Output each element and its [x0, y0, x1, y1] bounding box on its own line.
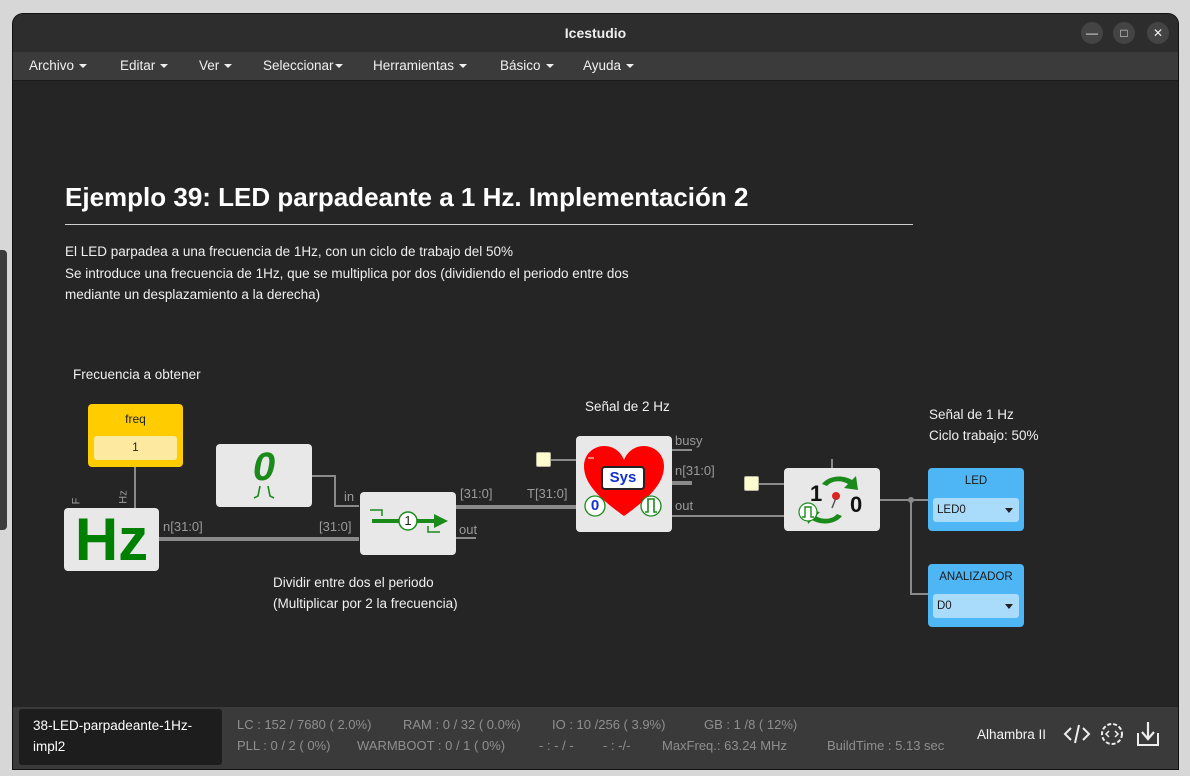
info-heading: Ejemplo 39: LED parpadeante a 1 Hz. Impl…: [65, 182, 749, 212]
window-title: Icestudio: [564, 25, 627, 41]
port-sys-bus-in: T[31:0]: [527, 486, 568, 501]
freq-value-field[interactable]: 1: [94, 436, 177, 460]
menu-herramientas[interactable]: Herramientas: [373, 58, 468, 73]
shift-right-block[interactable]: 1: [360, 492, 456, 555]
menu-bar: Archivo Editar Ver Seleccionar Herramien…: [13, 52, 1178, 81]
settings-code-icon[interactable]: [1097, 719, 1127, 749]
port-hz-out: n[31:0]: [163, 519, 203, 534]
toggle-zero: 0: [850, 492, 863, 517]
title-bar: Icestudio — □ ✕: [13, 14, 1178, 52]
wire-zero-a: [312, 475, 336, 477]
wire-toggle-start: [759, 483, 784, 485]
zero-constant-block[interactable]: 0: [216, 444, 312, 507]
menu-seleccionar[interactable]: Seleccionar: [263, 58, 343, 73]
shift-amount: 1: [404, 513, 412, 528]
bus-hz-shift: [159, 537, 359, 541]
port-hz-hz: Hz: [117, 490, 130, 504]
port-shift-out: out: [459, 522, 478, 537]
zero-legs-icon: [253, 486, 275, 499]
wire-junction: [908, 497, 914, 503]
close-icon[interactable]: ✕: [1147, 22, 1169, 44]
stat-empty-b: - : -/-: [603, 738, 631, 753]
port-sys-n: n[31:0]: [675, 463, 715, 478]
label-1hz: Señal de 1 Hz: [929, 407, 1014, 422]
stat-pll: PLL : 0 / 2 ( 0%): [237, 738, 331, 753]
label-2hz: Señal de 2 Hz: [585, 399, 670, 414]
wire-zero-c: [334, 505, 359, 507]
stat-maxfreq: MaxFreq.: 63.24 MHz: [662, 738, 787, 753]
menu-editar[interactable]: Editar: [120, 58, 169, 73]
label-duty-cycle: Ciclo trabajo: 50%: [929, 428, 1039, 443]
wire-toggle-top: [831, 459, 833, 468]
status-bar: 38-LED-parpadeante-1Hz-impl2 LC : 152 / …: [13, 707, 1178, 769]
led-output-block[interactable]: LED LED0: [928, 468, 1024, 531]
minimize-icon[interactable]: —: [1081, 22, 1103, 44]
heading-divider: [65, 224, 913, 225]
menu-ver[interactable]: Ver: [199, 58, 233, 73]
analyzer-output-label: ANALIZADOR: [939, 571, 1013, 583]
wire-toggle-led: [880, 499, 928, 501]
freq-title: freq: [125, 412, 146, 426]
hz-block[interactable]: Hz: [64, 508, 159, 571]
analyzer-output-block[interactable]: ANALIZADOR D0: [928, 564, 1024, 627]
wire-sys-busy: [672, 449, 692, 451]
maximize-icon[interactable]: □: [1113, 22, 1135, 44]
port-shift-in: in: [344, 489, 355, 504]
toggle-one: 1: [810, 481, 823, 506]
wire-freq-hz: [134, 467, 136, 508]
wire-zero-b: [334, 475, 336, 507]
stat-io: IO : 10 /256 ( 3.9%): [552, 717, 666, 732]
toggle-flipflop-block[interactable]: 1 0: [784, 468, 880, 531]
stat-gb: GB : 1 /8 ( 12%): [704, 717, 798, 732]
freq-constant-block[interactable]: freq 1: [88, 404, 183, 467]
sys-zero: 0: [590, 497, 600, 514]
wire-sys-toggle: [672, 515, 784, 517]
bus-shift-sys: [456, 505, 576, 509]
wire-shift-out: [456, 537, 476, 539]
code-icon[interactable]: [1062, 719, 1092, 749]
info-description: El LED parpadea a una frecuencia de 1Hz,…: [65, 244, 629, 302]
hz-label: Hz: [74, 506, 149, 573]
left-dock-edge: [0, 250, 7, 530]
analyzer-pin-select[interactable]: D0: [933, 594, 1019, 618]
wire-sys-start: [550, 459, 576, 461]
stat-empty-a: - : - / -: [539, 738, 574, 753]
led-output-label: LED: [964, 475, 988, 487]
toggle-start-input[interactable]: [744, 476, 759, 491]
menu-ayuda[interactable]: Ayuda: [583, 58, 635, 73]
zero-label: 0: [252, 445, 276, 489]
circuit-canvas[interactable]: Ejemplo 39: LED parpadeante a 1 Hz. Impl…: [13, 81, 1178, 707]
led-pin-select[interactable]: LED0: [933, 498, 1019, 522]
chevron-down-icon: [1005, 604, 1013, 609]
chevron-down-icon: [1005, 508, 1013, 513]
sys-heartbeat-block[interactable]: Sys 0: [576, 436, 672, 532]
stat-lc: LC : 152 / 7680 ( 2.0%): [237, 717, 372, 732]
port-sys-busy: busy: [675, 433, 703, 448]
wire-analyzer-horz: [910, 593, 928, 595]
label-divide: Dividir entre dos el periodo: [273, 575, 434, 590]
sys-start-input[interactable]: [536, 452, 551, 467]
toggle-cycle-icon: [798, 476, 858, 524]
stat-warmboot: WARMBOOT : 0 / 1 ( 0%): [357, 738, 506, 753]
port-sys-out: out: [675, 498, 694, 513]
stat-buildtime: BuildTime : 5.13 sec: [827, 738, 945, 753]
label-freq-obtain: Frecuencia a obtener: [73, 367, 201, 382]
stat-ram: RAM : 0 / 32 ( 0.0%): [403, 717, 521, 732]
app-window: Icestudio — □ ✕ Archivo Editar Ver Selec…: [13, 14, 1178, 769]
wire-analyzer-vert: [910, 499, 912, 595]
port-shift-bus-in: [31:0]: [319, 519, 352, 534]
port-shift-bus-out: [31:0]: [460, 486, 493, 501]
label-multiply: (Multiplicar por 2 la frecuencia): [273, 596, 458, 611]
bus-sys-n: [672, 481, 692, 485]
download-icon[interactable]: [1133, 719, 1163, 749]
sys-label: Sys: [601, 466, 645, 490]
menu-basico[interactable]: Básico: [500, 58, 554, 73]
project-name: 38-LED-parpadeante-1Hz-impl2: [19, 709, 222, 765]
port-hz-f: F: [70, 497, 83, 505]
menu-archivo[interactable]: Archivo: [29, 58, 88, 73]
board-name[interactable]: Alhambra II: [977, 727, 1046, 742]
